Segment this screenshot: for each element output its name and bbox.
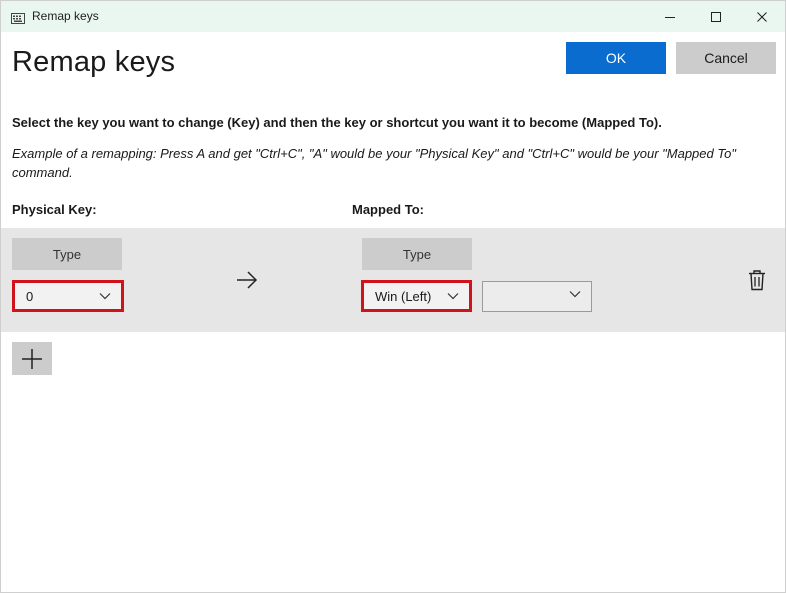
minimize-icon bbox=[665, 16, 675, 18]
chevron-down-icon bbox=[569, 291, 581, 298]
arrow-right-icon bbox=[237, 271, 258, 289]
trash-icon[interactable] bbox=[747, 269, 767, 291]
cancel-button[interactable]: Cancel bbox=[676, 42, 776, 74]
remap-keys-window: Remap keys Remap keys OK Cancel Select t… bbox=[0, 0, 786, 593]
mapped-type-button[interactable]: Type bbox=[362, 238, 472, 270]
physical-key-dropdown[interactable]: 0 bbox=[12, 280, 124, 312]
mapped-key-value: Win (Left) bbox=[375, 288, 432, 304]
ok-button[interactable]: OK bbox=[566, 42, 666, 74]
physical-key-value: 0 bbox=[26, 288, 34, 304]
close-button[interactable] bbox=[739, 1, 785, 32]
close-icon bbox=[757, 11, 767, 22]
page-title: Remap keys bbox=[12, 46, 176, 78]
plus-icon bbox=[22, 348, 42, 369]
chevron-down-icon bbox=[447, 293, 459, 300]
mapped-key-dropdown[interactable]: Win (Left) bbox=[361, 280, 472, 312]
maximize-icon bbox=[711, 11, 721, 22]
mapped-shortcut-dropdown[interactable] bbox=[482, 281, 592, 312]
window-title: Remap keys bbox=[32, 9, 99, 23]
maximize-button[interactable] bbox=[693, 1, 739, 32]
example-text: Example of a remapping: Press A and get … bbox=[12, 146, 736, 180]
minimize-button[interactable] bbox=[647, 1, 693, 32]
instruction-text: Select the key you want to change (Key) … bbox=[12, 115, 662, 130]
physical-type-button[interactable]: Type bbox=[12, 238, 122, 270]
title-bar[interactable]: Remap keys bbox=[1, 1, 785, 32]
physical-key-header: Physical Key: bbox=[12, 202, 97, 217]
chevron-down-icon bbox=[99, 293, 111, 300]
mapped-to-header: Mapped To: bbox=[352, 202, 424, 217]
add-mapping-button[interactable] bbox=[12, 342, 52, 375]
keyboard-icon bbox=[11, 11, 25, 24]
